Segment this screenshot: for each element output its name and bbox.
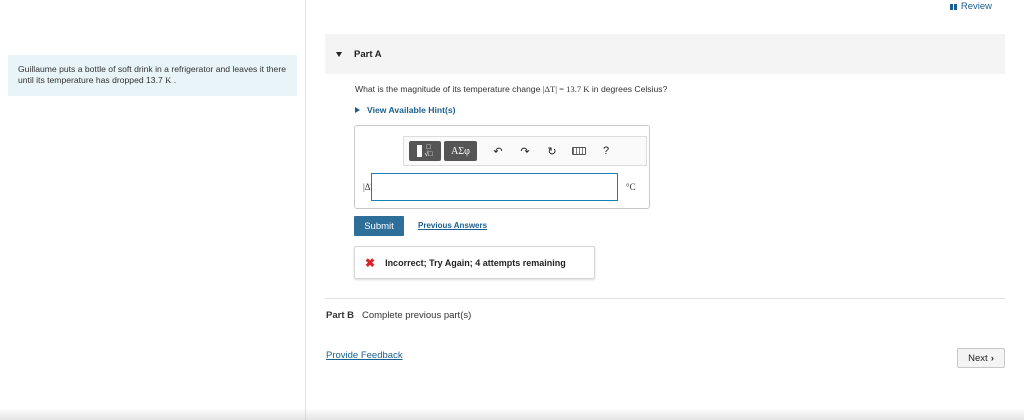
divider [325,298,1005,299]
provide-feedback-link[interactable]: Provide Feedback [326,350,403,361]
review-icon [949,3,957,10]
problem-text-end: . [171,75,177,85]
review-link[interactable]: Review [949,1,992,12]
expand-caret-icon [355,107,360,113]
feedback-text: Incorrect; Try Again; 4 attempts remaini… [385,257,566,268]
next-label: Next [968,352,988,364]
greek-symbols-icon[interactable]: ΑΣφ [444,141,477,161]
hints-label: View Available Hint(s) [367,105,456,115]
undo-icon[interactable]: ↶ [486,141,510,161]
next-button[interactable]: Next › [957,348,1005,368]
answer-box: □√□ ΑΣφ ↶ ↷ ↻ ? |ΔT| = °C [354,125,650,209]
problem-text: Guillaume puts a bottle of soft drink in… [18,64,286,85]
question-text: What is the magnitude of its temperature… [355,84,667,94]
part-a-title: Part A [354,48,382,60]
bottom-shadow [0,408,1024,420]
problem-statement: Guillaume puts a bottle of soft drink in… [8,55,297,96]
review-label: Review [960,1,992,12]
part-b-status: Complete previous part(s) [361,310,472,321]
previous-answers-link[interactable]: Previous Answers [418,221,487,230]
view-hints-link[interactable]: View Available Hint(s) [355,105,456,115]
problem-pane: Guillaume puts a bottle of soft drink in… [0,0,306,420]
question-suffix: in degrees Celsius? [589,84,668,94]
answer-input[interactable] [371,173,618,201]
keyboard-icon[interactable] [567,141,591,161]
error-x-icon: ✖ [365,255,376,270]
question-prefix: What is the magnitude of its temperature… [355,84,543,94]
templates-icon[interactable]: □ √□ [409,141,441,161]
help-icon[interactable]: ? [594,141,618,161]
reset-icon[interactable]: ↻ [540,141,564,161]
question-math: |ΔT| = 13.7 K [542,84,590,94]
chevron-right-icon: › [990,352,994,364]
redo-icon[interactable]: ↷ [513,141,537,161]
collapse-caret-icon [336,51,342,57]
part-b-header: Part B Complete previous part(s) [326,310,471,321]
math-toolbar: □ √□ ΑΣφ ↶ ↷ ↻ ? [403,136,647,166]
feedback-message: ✖ Incorrect; Try Again; 4 attempts remai… [354,246,595,279]
submit-button[interactable]: Submit [354,216,404,236]
part-b-title: Part B [326,310,354,321]
unit-label: °C [626,182,636,192]
part-a-header[interactable]: Part A [325,34,1005,74]
